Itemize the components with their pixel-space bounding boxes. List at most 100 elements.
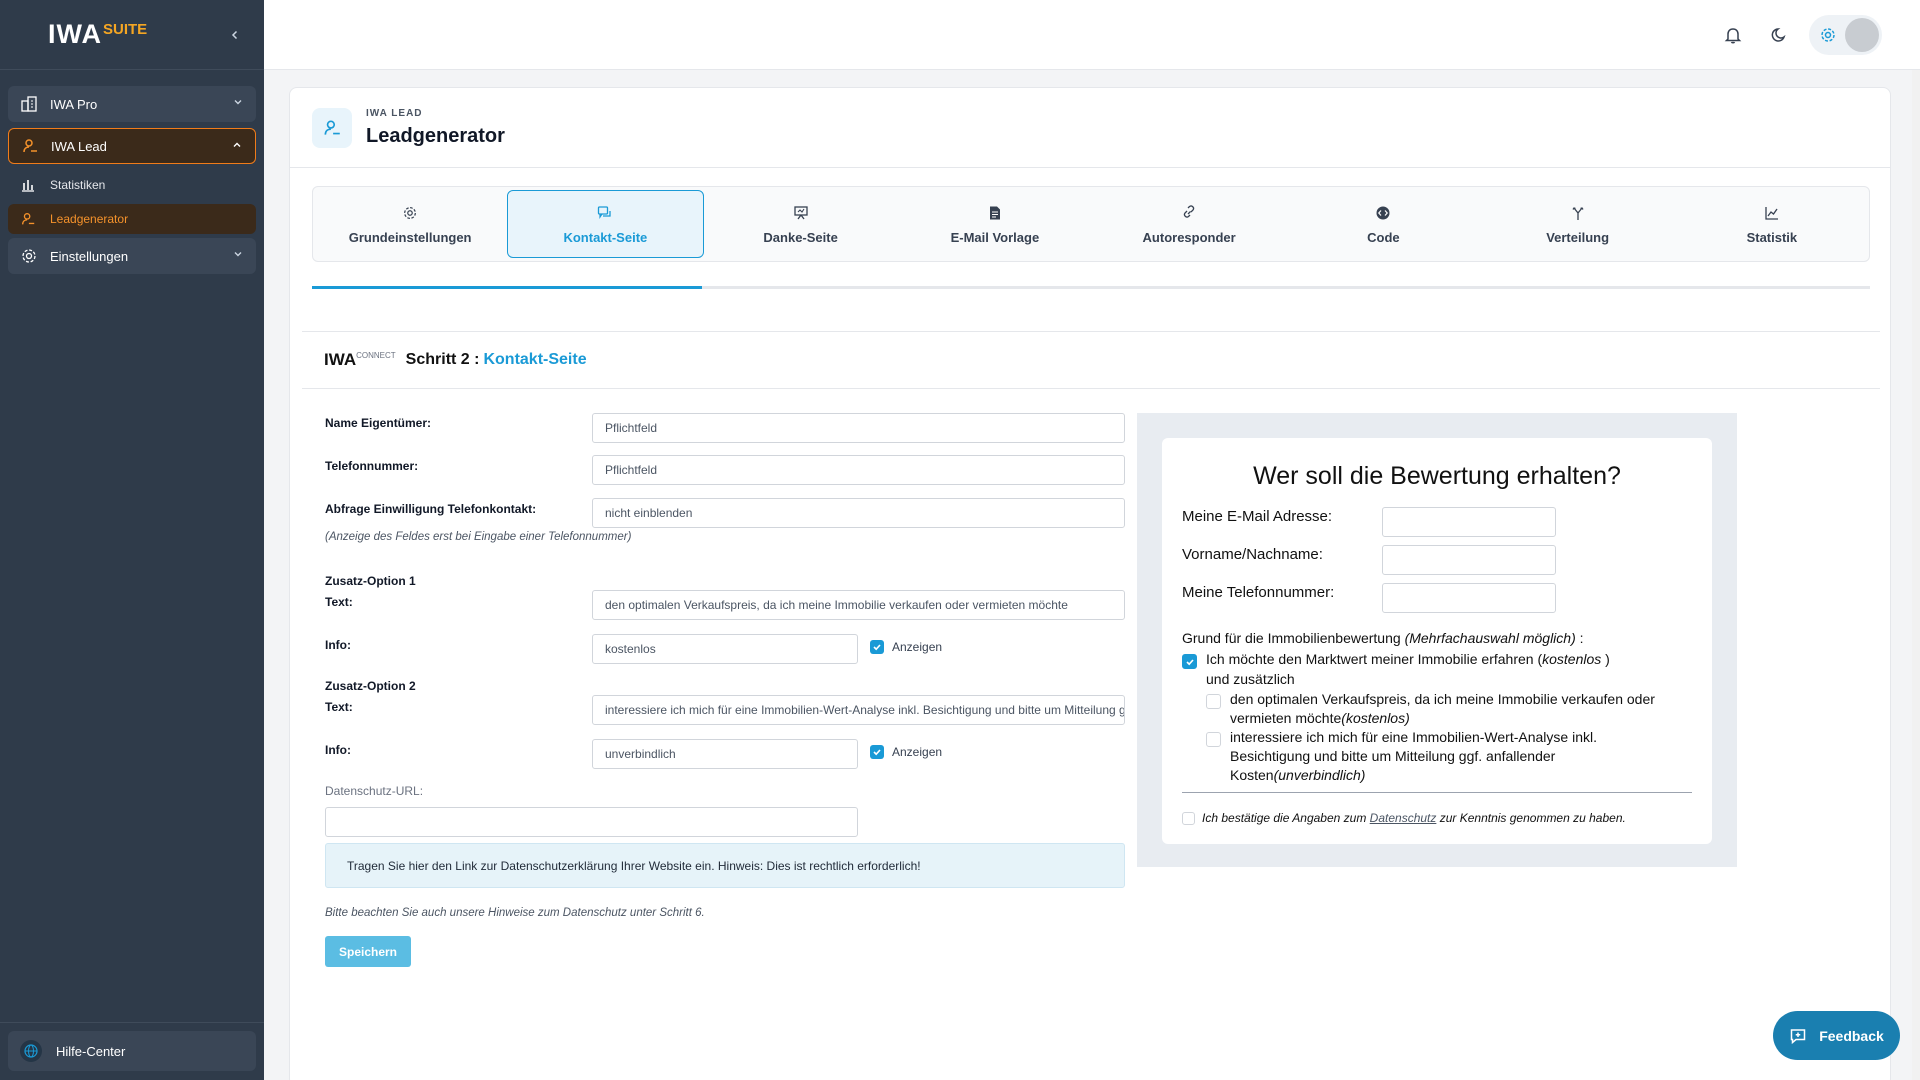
user-key-icon (21, 137, 39, 155)
step-progress-fill (312, 286, 702, 289)
help-center-label: Hilfe-Center (56, 1043, 126, 1059)
checkmark-icon (870, 640, 884, 654)
user-menu[interactable] (1809, 15, 1882, 55)
preview-option2-line1: interessiere ich mich für eine Immobilie… (1230, 729, 1597, 745)
option2-italic: (unverbindlich) (1273, 767, 1366, 783)
option1-text-label: Text: (325, 595, 353, 609)
preview-option2-line2: Besichtigung und bitte um Mitteilung ggf… (1230, 748, 1556, 764)
preview-privacy-checkbox[interactable] (1182, 812, 1195, 825)
page-title: Leadgenerator (366, 124, 505, 147)
sidebar-item-einstellungen[interactable]: Einstellungen (8, 238, 256, 274)
privacy-url-input[interactable] (325, 807, 858, 837)
notifications-button[interactable] (1713, 15, 1753, 55)
tab-autoresponder[interactable]: Autoresponder (1092, 187, 1286, 261)
sidebar-item-iwa-pro[interactable]: IWA Pro (8, 86, 256, 122)
consent-select[interactable]: nicht einblenden (592, 498, 1125, 528)
phone-label: Telefonnummer: (325, 459, 419, 473)
option2-text-label: Text: (325, 700, 353, 714)
code-icon (1375, 204, 1391, 222)
main-option-text: Ich möchte den Marktwert meiner Immobili… (1206, 651, 1543, 667)
preview-email-label: Meine E-Mail Adresse: (1182, 508, 1333, 525)
option2-show-label: Anzeigen (892, 745, 943, 759)
preview-main-option: Ich möchte den Marktwert meiner Immobili… (1206, 650, 1610, 669)
option1-line2-text: vermieten möchte (1230, 710, 1342, 726)
sidebar-item-iwa-lead[interactable]: IWA Lead (8, 128, 256, 164)
option1-text-input[interactable]: den optimalen Verkaufspreis, da ich mein… (592, 590, 1125, 620)
dark-mode-toggle[interactable] (1759, 15, 1799, 55)
tab-danke-seite[interactable]: Danke-Seite (704, 187, 898, 261)
iwa-connect-logo: IWA CONNECT (324, 350, 396, 370)
chevron-down-icon (234, 100, 242, 105)
confirm-pre: Ich bestätige die Angaben zum (1202, 811, 1370, 825)
document-icon (987, 204, 1003, 222)
tab-kontakt-seite[interactable]: Kontakt-Seite (507, 190, 704, 258)
name-owner-label: Name Eigentümer: (325, 416, 432, 430)
chevron-left-icon (231, 30, 238, 39)
logo-suite: SUITE (103, 21, 148, 38)
gear-icon (1821, 28, 1835, 42)
name-owner-input[interactable]: Pflichtfeld (592, 413, 1125, 443)
main-option-end: ) (1601, 651, 1610, 667)
split-icon (1570, 204, 1586, 222)
preview-card: Wer soll die Bewertung erhalten? Meine E… (1162, 438, 1712, 844)
tab-grundeinstellungen[interactable]: Grundeinstellungen (313, 187, 507, 261)
user-key-icon (20, 211, 36, 227)
preview-option2-checkbox[interactable] (1206, 732, 1221, 747)
checkmark-icon (1185, 658, 1194, 665)
feedback-label: Feedback (1819, 1027, 1884, 1044)
option1-italic: (kostenlos) (1341, 710, 1410, 726)
preview-title: Wer soll die Bewertung erhalten? (1253, 462, 1621, 490)
page-header: IWA LEAD Leadgenerator (290, 88, 1890, 168)
sidebar-header: IWA SUITE (0, 0, 264, 70)
preview-option1-checkbox[interactable] (1206, 694, 1221, 709)
preview-and-more: und zusätzlich (1206, 671, 1295, 687)
step-label: Schritt 2 : (405, 351, 480, 368)
logo-main: IWA (48, 19, 102, 49)
user-key-icon (312, 107, 352, 148)
privacy-hint-box: Tragen Sie hier den Link zur Datenschutz… (325, 843, 1125, 888)
preview-name-input[interactable] (1382, 545, 1556, 575)
option2-show-checkbox[interactable]: Anzeigen (870, 745, 942, 759)
option1-show-checkbox[interactable]: Anzeigen (870, 640, 942, 654)
preview-email-input[interactable] (1382, 507, 1556, 537)
phone-input[interactable]: Pflichtfeld (592, 455, 1125, 485)
collapse-sidebar-button[interactable] (224, 24, 246, 46)
sidebar-subitem-leadgenerator[interactable]: Leadgenerator (8, 204, 256, 234)
preview-name-label: Vorname/Nachname: (1182, 546, 1323, 563)
option1-show-label: Anzeigen (892, 640, 943, 654)
tab-label: Statistik (1746, 229, 1798, 245)
privacy-link[interactable]: Datenschutz (1370, 811, 1437, 825)
help-center-button[interactable]: Hilfe-Center (8, 1031, 256, 1071)
sidebar-subitem-label: Leadgenerator (50, 212, 129, 226)
tab-label: Danke-Seite (763, 229, 838, 245)
option2-info-input[interactable]: unverbindlich (592, 739, 858, 769)
tab-e-mail-vorlage[interactable]: E-Mail Vorlage (898, 187, 1092, 261)
page-scrollbar[interactable] (1912, 70, 1920, 1080)
option2-text-input[interactable]: interessiere ich mich für eine Immobilie… (592, 695, 1125, 725)
option1-info-input[interactable]: kostenlos (592, 634, 858, 664)
sidebar-footer: Hilfe-Center (0, 1022, 264, 1080)
main-option-italic: kostenlos (1542, 651, 1602, 667)
reason-suffix: : (1575, 630, 1584, 646)
reason-prefix: Grund für die Immobilienbewertung (1182, 630, 1405, 646)
preview-phone-input[interactable] (1382, 583, 1556, 613)
tab-verteilung[interactable]: Verteilung (1481, 187, 1675, 261)
preview-option1-line2: vermieten möchte(kostenlos) (1230, 709, 1410, 728)
chevron-down-icon (234, 252, 242, 257)
line-chart-icon (1764, 204, 1780, 222)
globe-icon (20, 1040, 42, 1062)
confirm-post: zur Kenntnis genommen zu haben. (1436, 811, 1626, 825)
option2-info-label: Info: (325, 743, 351, 757)
sidebar-subitem-statistiken[interactable]: Statistiken (8, 170, 256, 200)
consent-label: Abfrage Einwilligung Telefonkontakt: (325, 502, 537, 516)
tab-code[interactable]: Code (1286, 187, 1480, 261)
step-tabs: Grundeinstellungen Kontakt-Seite Danke-S… (312, 186, 1870, 262)
preview-main-checkbox[interactable] (1182, 654, 1197, 669)
avatar[interactable] (1845, 18, 1879, 52)
preview-reason-heading: Grund für die Immobilienbewertung (Mehrf… (1182, 629, 1584, 648)
option1-title: Zusatz-Option 1 (325, 574, 416, 588)
save-button[interactable]: Speichern (325, 936, 411, 967)
feedback-button[interactable]: Feedback (1773, 1011, 1900, 1060)
tab-label: Grundeinstellungen (348, 229, 472, 245)
tab-statistik[interactable]: Statistik (1675, 187, 1869, 261)
